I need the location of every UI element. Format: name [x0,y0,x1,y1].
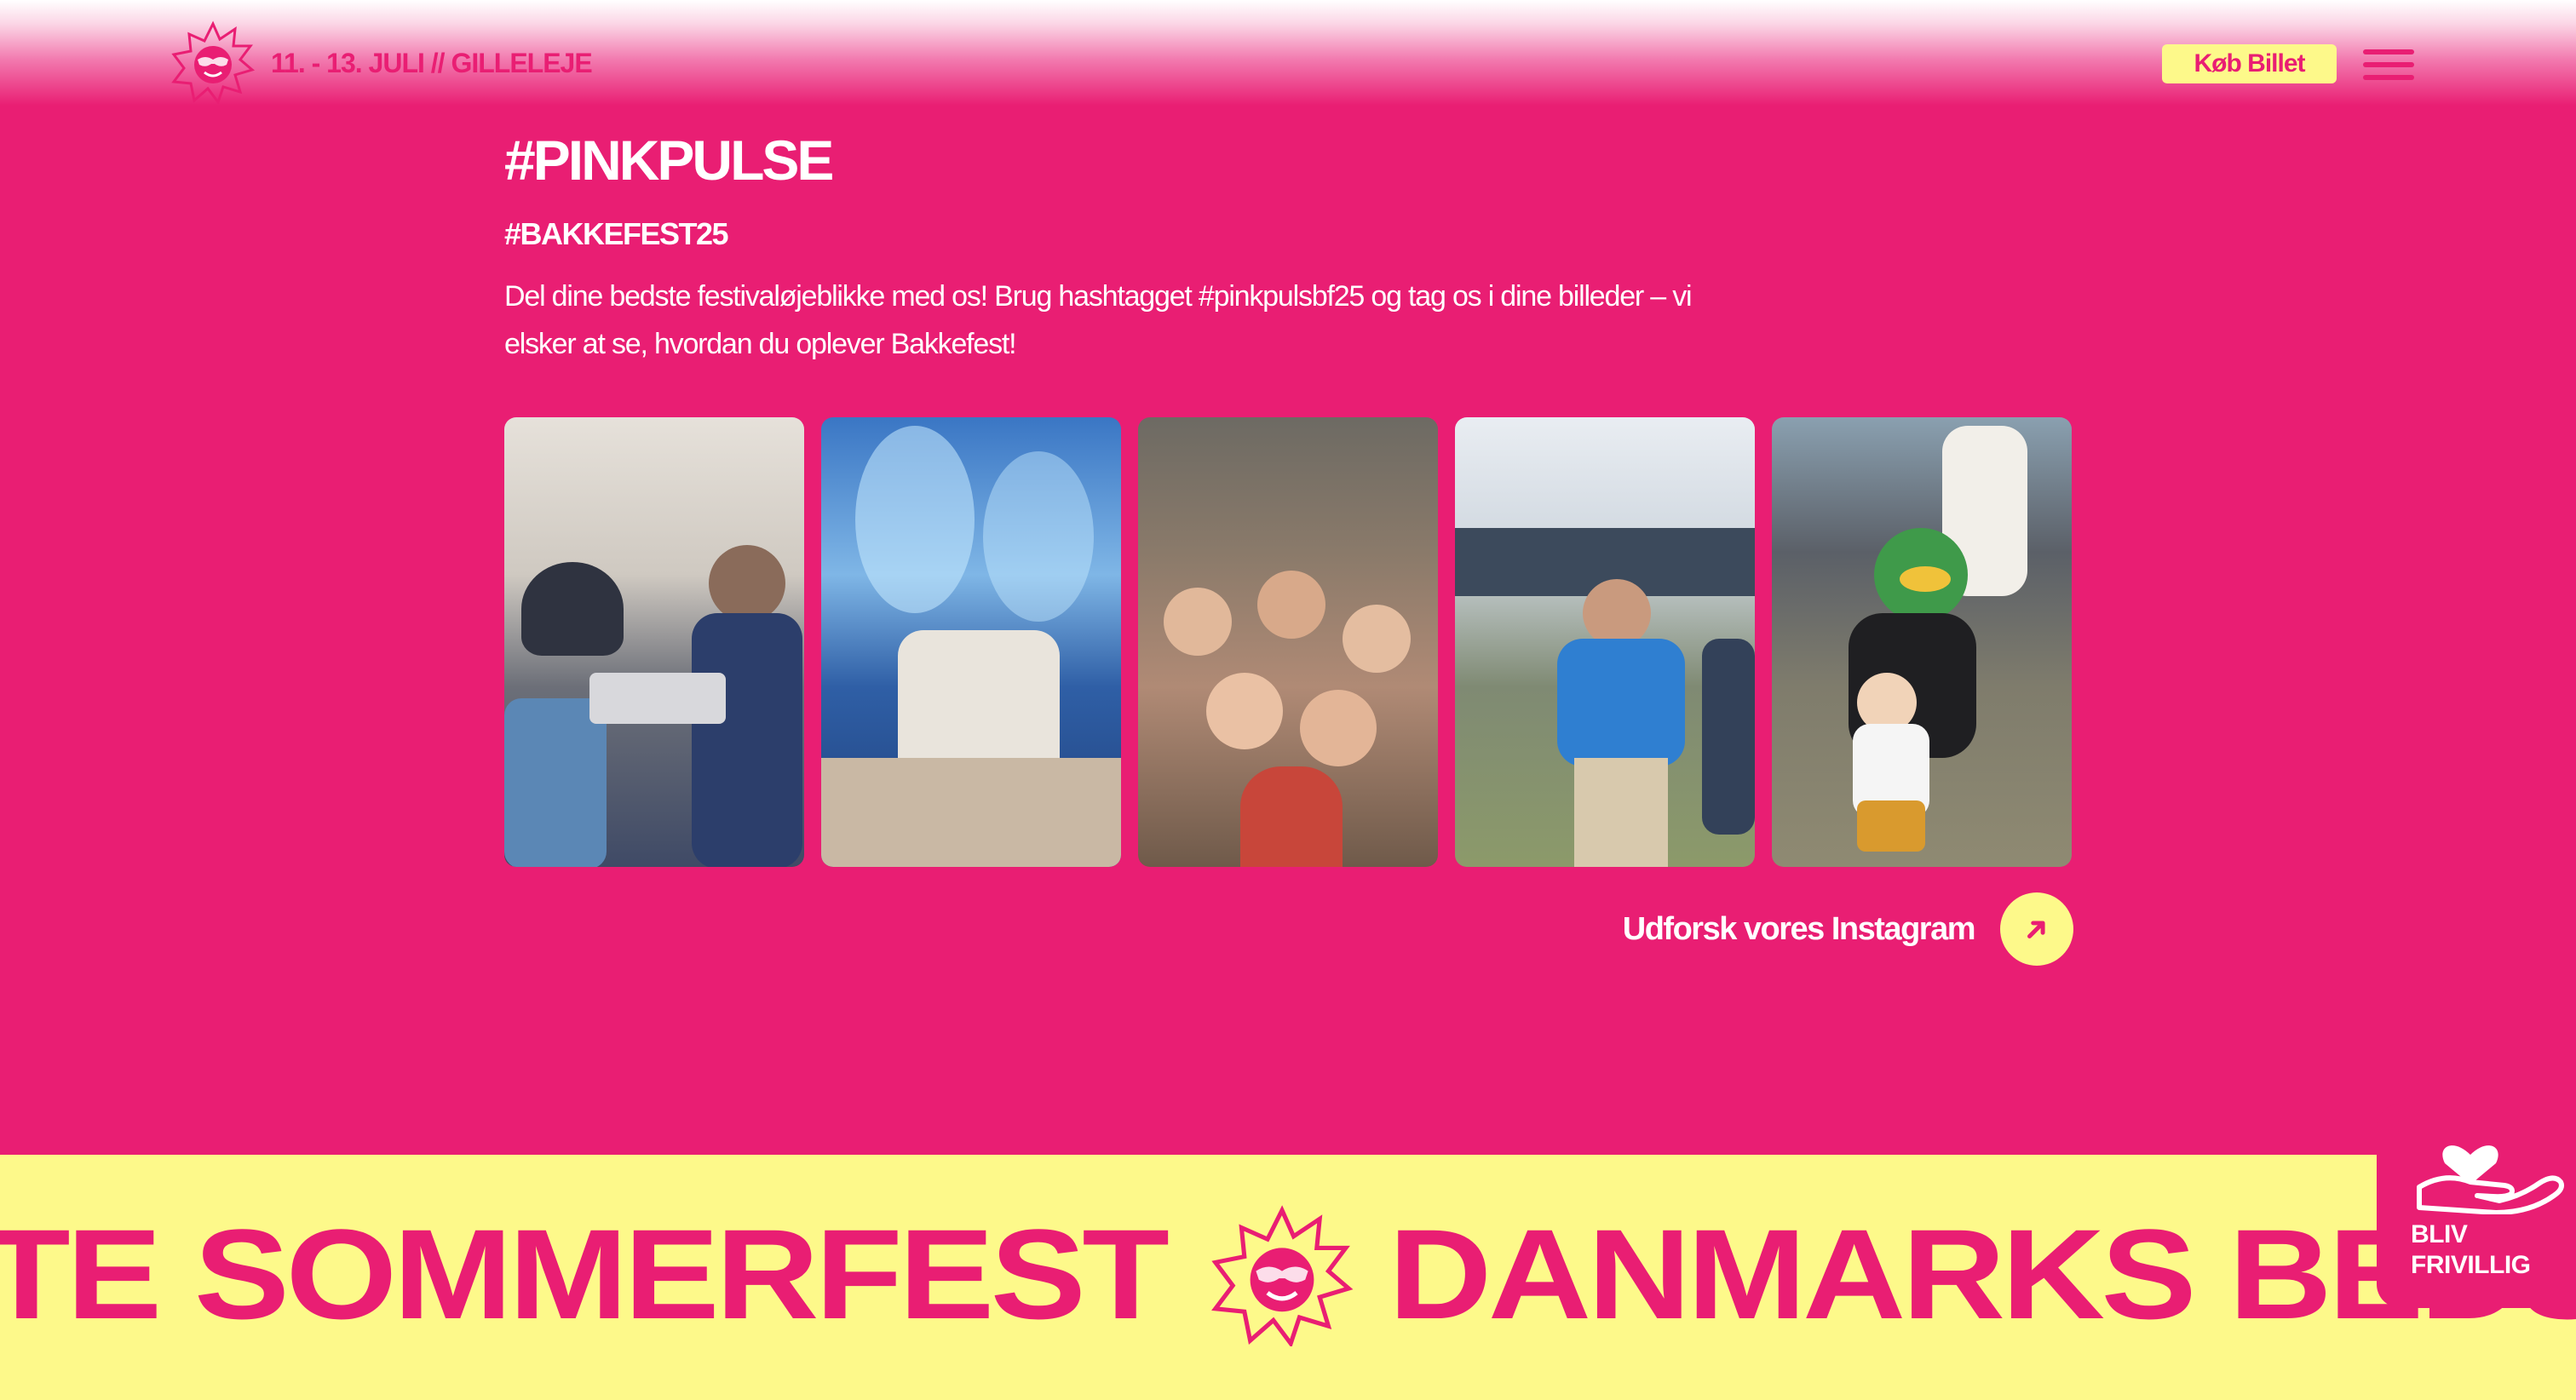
hashtag-subtitle: #BAKKEFEST25 [504,216,729,251]
instagram-gallery [504,417,2072,867]
gallery-photo-5[interactable] [1772,417,2072,867]
volunteer-line-2: FRIVILLIG [2411,1251,2531,1279]
buy-ticket-button[interactable]: Køb Billet [2162,44,2337,83]
page-title: #PINKPULSE [504,129,834,192]
explore-instagram-label: Udforsk vores Instagram [1622,910,1976,947]
gallery-photo-3[interactable] [1138,417,1438,867]
heart-hand-icon [2417,1145,2564,1214]
site-header: 11. - 13. JULI // GILLELEJE Køb Billet [0,0,2576,132]
sun-logo-icon [1210,1202,1354,1346]
marquee-track: TE SOMMERFEST DANMARKS BEDSTE [0,1189,2576,1359]
marquee-text-1: TE SOMMERFEST [0,1202,1170,1345]
arrow-up-right-icon[interactable] [2000,892,2073,966]
explore-instagram-link[interactable]: Udforsk vores Instagram [1623,892,2073,966]
become-volunteer-label: BLIV FRIVILLIG [2411,1219,2573,1281]
sun-logo-icon[interactable] [170,19,256,104]
gallery-photo-1[interactable] [504,417,804,867]
slogan-marquee: TE SOMMERFEST DANMARKS BEDSTE [0,1155,2576,1400]
intro-description: Del dine bedste festivaløjeblikke med os… [504,280,1693,360]
become-volunteer-button[interactable]: BLIV FRIVILLIG [2377,1104,2576,1308]
gallery-photo-2[interactable] [821,417,1121,867]
gallery-photo-4[interactable] [1455,417,1755,867]
festival-date-location: 11. - 13. JULI // GILLELEJE [271,48,593,78]
volunteer-line-1: BLIV [2411,1220,2468,1248]
hamburger-menu-icon[interactable] [2363,48,2414,82]
